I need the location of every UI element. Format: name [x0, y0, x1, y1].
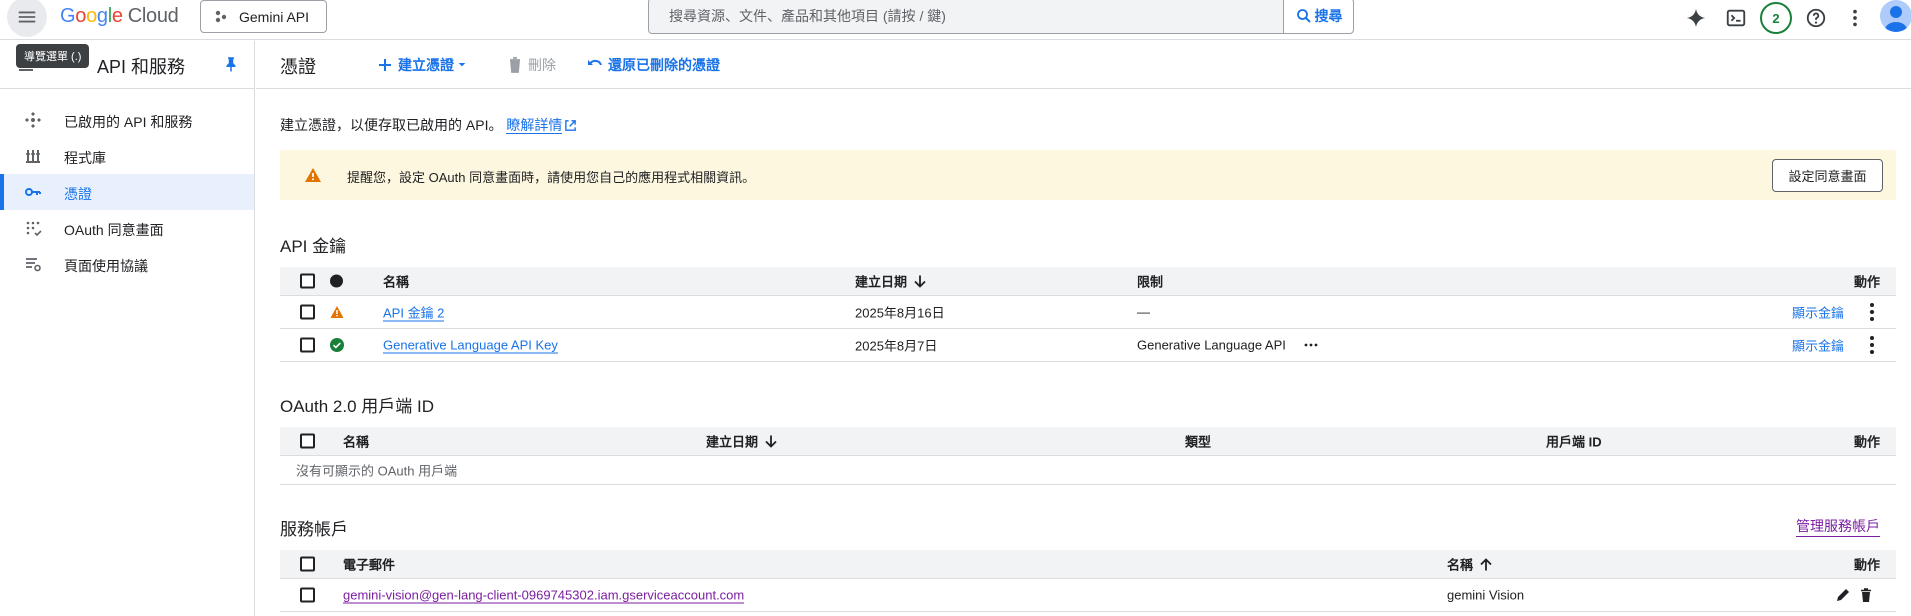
- sidebar-item-credentials[interactable]: 憑證: [0, 174, 254, 210]
- banner-text: 提醒您，設定 OAuth 同意畫面時，請使用您自己的應用程式相關資訊。: [347, 170, 756, 185]
- trash-icon[interactable]: [1858, 587, 1874, 603]
- select-all-checkbox[interactable]: [300, 433, 315, 449]
- help-button[interactable]: [1800, 2, 1832, 34]
- table-row: API 金鑰 2 2025年8月16日 — 顯示金鑰: [280, 296, 1896, 329]
- api-key-link[interactable]: API 金鑰 2: [383, 305, 445, 322]
- oauth-title: OAuth 2.0 用戶端 ID: [280, 397, 434, 416]
- sidebar-item-enabled-apis[interactable]: 已啟用的 API 和服務: [0, 102, 254, 138]
- delete-button[interactable]: 刪除: [506, 55, 556, 75]
- api-keys-title: API 金鑰: [280, 237, 347, 256]
- table-header: 電子郵件 名稱 動作: [280, 550, 1896, 579]
- avatar[interactable]: [1880, 0, 1911, 32]
- hamburger-icon: [18, 11, 36, 23]
- project-name: Gemini API: [239, 8, 310, 25]
- page-header: 憑證 建立憑證 刪除 還原已刪除的憑證: [256, 41, 1911, 89]
- sort-by-name[interactable]: 名稱: [1447, 555, 1493, 574]
- empty-row: 沒有可顯示的 OAuth 用戶端: [280, 456, 1896, 485]
- more-horiz-icon[interactable]: [1303, 337, 1319, 353]
- api-key-link[interactable]: Generative Language API Key: [383, 337, 558, 354]
- select-all-checkbox[interactable]: [300, 273, 315, 289]
- gemini-button[interactable]: [1680, 2, 1712, 34]
- service-accounts-table: 電子郵件 名稱 動作 gemini-vision@gen-lang-client…: [280, 550, 1896, 612]
- account-icon: [1884, 6, 1908, 32]
- key-icon: [25, 188, 41, 196]
- more-vert-icon[interactable]: [1870, 336, 1874, 354]
- arrow-down-icon: [765, 435, 777, 448]
- sidebar-item-page-usage[interactable]: 頁面使用協議: [0, 246, 254, 282]
- manage-service-accounts-link[interactable]: 管理服務帳戶: [1796, 516, 1880, 537]
- service-accounts-title: 服務帳戶: [280, 520, 348, 539]
- search-bar: 搜尋: [648, 0, 1354, 34]
- row-checkbox[interactable]: [300, 587, 315, 603]
- search-button[interactable]: 搜尋: [1283, 0, 1353, 33]
- learn-more-link[interactable]: 瞭解詳情: [506, 117, 563, 134]
- row-checkbox[interactable]: [300, 304, 315, 320]
- google-cloud-logo[interactable]: Google Cloud: [60, 4, 179, 28]
- table-header: 名稱 建立日期 類型 用戶端 ID 動作: [280, 427, 1896, 456]
- notifications-badge[interactable]: 2: [1760, 2, 1792, 34]
- edit-icon[interactable]: [1835, 587, 1851, 603]
- project-icon: [215, 10, 227, 22]
- warning-icon: [305, 168, 321, 182]
- library-icon: [26, 150, 40, 163]
- page-title: 憑證: [280, 57, 316, 77]
- oauth-icon: [26, 221, 42, 237]
- show-key-button[interactable]: 顯示金鑰: [1792, 303, 1844, 322]
- sidebar-item-library[interactable]: 程式庫: [0, 138, 254, 174]
- trash-icon: [510, 57, 520, 73]
- external-link-icon: [565, 120, 577, 131]
- more-options-button[interactable]: [1839, 2, 1871, 34]
- arrow-down-icon: [914, 275, 926, 288]
- help-icon: [1806, 8, 1826, 28]
- plus-icon: [379, 59, 391, 71]
- search-input[interactable]: [649, 0, 1283, 33]
- oauth-reminder-banner: 提醒您，設定 OAuth 同意畫面時，請使用您自己的應用程式相關資訊。 設定同意…: [280, 150, 1896, 200]
- terminal-icon: [1726, 9, 1746, 27]
- sidebar-item-oauth-consent[interactable]: OAuth 同意畫面: [0, 210, 254, 246]
- sparkle-icon: [1686, 8, 1706, 28]
- arrow-up-icon: [1480, 558, 1492, 571]
- restore-deleted-button[interactable]: 還原已刪除的憑證: [586, 55, 720, 75]
- check-circle-icon: [330, 338, 344, 352]
- cloud-shell-button[interactable]: [1720, 2, 1752, 34]
- navigation-menu-button[interactable]: [7, 0, 47, 37]
- more-vert-icon[interactable]: [1870, 303, 1874, 321]
- search-icon: [1296, 9, 1311, 23]
- show-key-button[interactable]: 顯示金鑰: [1792, 336, 1844, 355]
- sidebar-title: API 和服務: [97, 57, 186, 77]
- table-header: 名稱 建立日期 限制 動作: [280, 267, 1896, 296]
- status-column-icon: [330, 274, 343, 288]
- pin-icon[interactable]: [222, 55, 240, 73]
- sort-by-created[interactable]: 建立日期: [706, 432, 778, 451]
- settings-list-icon: [26, 258, 41, 272]
- warning-icon: [330, 306, 344, 318]
- select-all-checkbox[interactable]: [300, 556, 315, 572]
- table-row: Generative Language API Key 2025年8月7日 Ge…: [280, 329, 1896, 362]
- service-account-email-link[interactable]: gemini-vision@gen-lang-client-0969745302…: [343, 587, 745, 604]
- configure-consent-screen-button[interactable]: 設定同意畫面: [1772, 159, 1883, 192]
- tooltip: 導覽選單 (.): [16, 44, 90, 68]
- row-checkbox[interactable]: [300, 337, 315, 353]
- table-row: gemini-vision@gen-lang-client-0969745302…: [280, 579, 1896, 612]
- sidebar: API 和服務 已啟用的 API 和服務 程式庫 憑證 OAuth 同意畫面 頁…: [0, 41, 255, 616]
- top-bar: GoogleCloud Gemini API 搜尋 2: [0, 0, 1911, 40]
- caret-down-icon: [458, 63, 466, 67]
- oauth-table: 名稱 建立日期 類型 用戶端 ID 動作 沒有可顯示的 OAuth 用戶端: [280, 427, 1896, 485]
- sort-by-created[interactable]: 建立日期: [855, 272, 927, 291]
- more-vert-icon: [1853, 9, 1857, 27]
- project-picker-button[interactable]: Gemini API: [200, 0, 327, 33]
- intro-text: 建立憑證，以便存取已啟用的 API。 瞭解詳情: [280, 115, 577, 135]
- create-credentials-button[interactable]: 建立憑證: [376, 55, 472, 75]
- api-icon: [25, 112, 41, 128]
- undo-icon: [588, 59, 602, 66]
- api-keys-table: 名稱 建立日期 限制 動作 API 金鑰 2 2025年8月16日 — 顯示金鑰…: [280, 267, 1896, 362]
